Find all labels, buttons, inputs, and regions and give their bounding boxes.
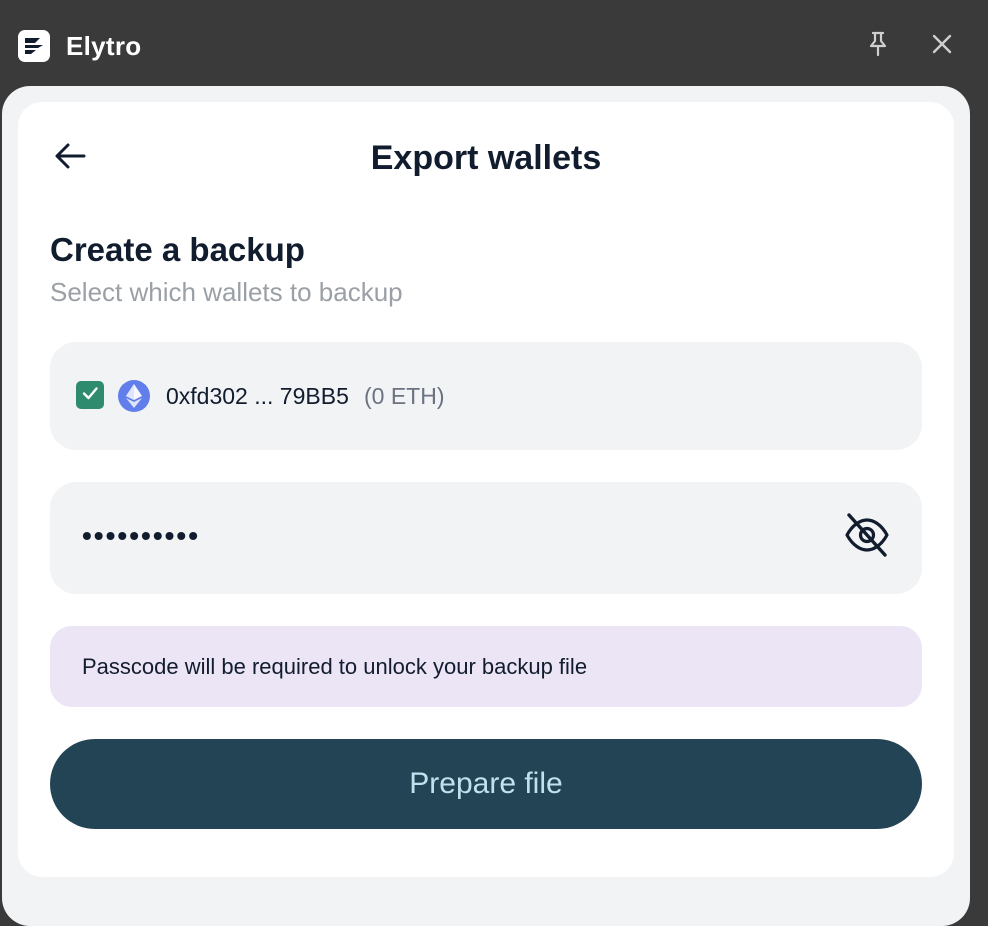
close-window-button[interactable] <box>926 30 958 62</box>
prepare-file-button[interactable]: Prepare file <box>50 739 922 829</box>
elytro-logo-icon <box>18 30 50 62</box>
window-titlebar: Elytro <box>0 0 988 92</box>
pin-icon <box>866 30 890 63</box>
section-title: Create a backup <box>50 231 305 268</box>
eye-off-icon <box>843 512 891 562</box>
section-subtitle: Select which wallets to backup <box>50 277 403 307</box>
wallet-balance: (0 ETH) <box>364 383 445 409</box>
passcode-notice: Passcode will be required to unlock your… <box>50 626 922 707</box>
pin-button[interactable] <box>862 30 894 62</box>
checkmark-icon <box>80 383 100 408</box>
page-title: Export wallets <box>370 139 602 177</box>
toggle-visibility-button[interactable] <box>842 512 892 562</box>
passcode-input[interactable]: •••••••••• <box>82 518 200 554</box>
passcode-field[interactable]: •••••••••• <box>50 482 922 594</box>
wallet-list-item[interactable]: 0xfd302 ... 79BB5 (0 ETH) <box>50 342 922 450</box>
notice-text: Passcode will be required to unlock your… <box>82 654 588 679</box>
ethereum-icon <box>118 380 150 412</box>
app-title: Elytro <box>66 31 142 61</box>
wallet-checkbox[interactable] <box>76 381 104 409</box>
close-icon <box>931 33 953 60</box>
wallet-address: 0xfd302 ... 79BB5 <box>166 383 349 409</box>
